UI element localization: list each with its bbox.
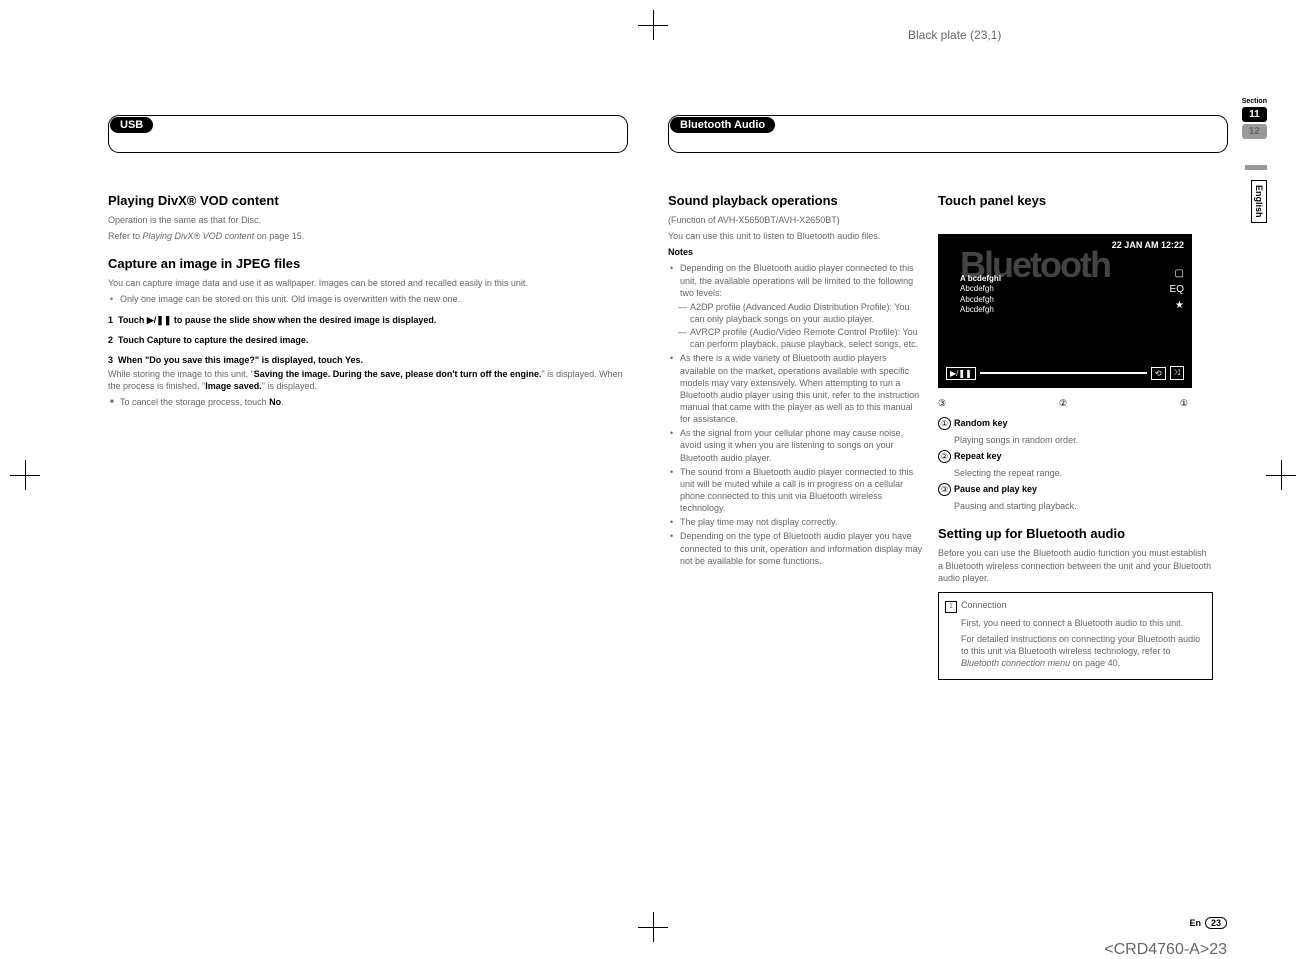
callout-1: ① bbox=[1180, 398, 1188, 409]
step-2: 2 Touch Capture to capture the desired i… bbox=[108, 334, 628, 346]
content: USB Playing DivX® VOD content Operation … bbox=[108, 115, 1227, 904]
setup-bt-intro: Before you can use the Bluetooth audio f… bbox=[938, 547, 1213, 583]
key-1: ①Random key bbox=[938, 417, 1213, 430]
eq-icon[interactable]: EQ bbox=[1170, 282, 1184, 298]
step-3: 3 When "Do you save this image?" is disp… bbox=[108, 354, 628, 366]
setup-bt-heading: Setting up for Bluetooth audio bbox=[938, 526, 1213, 541]
save-note: While storing the image to this unit, "S… bbox=[108, 368, 628, 392]
section-tabs: Section 11 12 bbox=[1242, 98, 1267, 141]
device-screen: Bluetooth 22 JAN AM 12:22 A bcdefghi Abc… bbox=[938, 234, 1192, 388]
key-1-desc: Playing songs in random order. bbox=[938, 434, 1213, 446]
note-3: As the signal from your cellular phone m… bbox=[668, 427, 924, 463]
key-3-desc: Pausing and starting playback. bbox=[938, 500, 1213, 512]
screen-track-list: A bcdefghi Abcdefgh Abcdefgh Abcdefgh bbox=[960, 274, 1001, 316]
plate-label: Black plate (23,1) bbox=[908, 28, 1001, 42]
page-footer: En23 bbox=[1189, 917, 1227, 929]
usb-header-wrap: USB bbox=[108, 115, 628, 153]
capture-heading: Capture an image in JPEG files bbox=[108, 256, 628, 271]
language-tab: English bbox=[1251, 180, 1267, 223]
repeat-button[interactable]: ⟲ bbox=[1151, 367, 1166, 380]
note-6: Depending on the type of Bluetooth audio… bbox=[668, 530, 924, 566]
bt-header-wrap: Bluetooth Audio bbox=[668, 115, 1228, 153]
screen-side-icons: ▢ EQ ★ bbox=[1170, 266, 1184, 314]
crop-mark-left bbox=[10, 460, 40, 490]
left-column: USB Playing DivX® VOD content Operation … bbox=[108, 115, 628, 410]
lang-bar bbox=[1245, 165, 1267, 170]
key-2-desc: Selecting the repeat range. bbox=[938, 467, 1213, 479]
capture-intro: You can capture image data and use it as… bbox=[108, 277, 628, 289]
divx-p1: Operation is the same as that for Disc. bbox=[108, 214, 628, 226]
progress-bar[interactable] bbox=[980, 372, 1147, 374]
capture-note: Only one image can be stored on this uni… bbox=[108, 293, 628, 305]
box-line-2: For detailed instructions on connecting … bbox=[945, 633, 1206, 669]
crop-mark-top bbox=[638, 10, 668, 40]
section-12-tab: 12 bbox=[1242, 124, 1267, 139]
note-1: Depending on the Bluetooth audio player … bbox=[668, 262, 924, 298]
crop-mark-bottom bbox=[638, 912, 668, 942]
note-2: As there is a wide variety of Bluetooth … bbox=[668, 352, 924, 425]
right-column: Bluetooth Audio Sound playback operation… bbox=[668, 115, 1228, 680]
screen-time: 22 JAN AM 12:22 bbox=[1112, 240, 1184, 250]
connection-box: 1Connection First, you need to connect a… bbox=[938, 592, 1213, 681]
shuffle-button[interactable]: ⤨ bbox=[1170, 366, 1184, 380]
note-1a: A2DP profile (Advanced Audio Distributio… bbox=[668, 301, 924, 325]
key-2: ②Repeat key bbox=[938, 450, 1213, 463]
screen-bottom-bar: ▶/❚❚ ⟲ ⤨ bbox=[946, 364, 1184, 382]
touch-keys-heading: Touch panel keys bbox=[938, 193, 1213, 208]
bt-col-1: Sound playback operations (Function of A… bbox=[668, 193, 938, 569]
function-note: (Function of AVH-X5650BT/AVH-X2650BT) bbox=[668, 214, 924, 226]
page: Black plate (23,1) Section 11 12 English… bbox=[0, 0, 1307, 954]
cancel-note: To cancel the storage process, touch No. bbox=[108, 396, 628, 408]
crop-mark-right bbox=[1266, 460, 1296, 490]
doc-number: <CRD4760-A>23 bbox=[1104, 941, 1227, 959]
bt-col-2: Touch panel keys Bluetooth 22 JAN AM 12:… bbox=[938, 193, 1213, 680]
note-5: The play time may not display correctly. bbox=[668, 516, 924, 528]
divx-p2: Refer to Playing DivX® VOD content on pa… bbox=[108, 230, 628, 242]
callout-3: ③ bbox=[938, 398, 946, 409]
note-4: The sound from a Bluetooth audio player … bbox=[668, 466, 924, 515]
phone-icon[interactable]: ▢ bbox=[1170, 266, 1184, 282]
sound-playback-heading: Sound playback operations bbox=[668, 193, 924, 208]
play-pause-button[interactable]: ▶/❚❚ bbox=[946, 367, 976, 380]
usb-header: USB bbox=[110, 117, 153, 133]
notes-heading: Notes bbox=[668, 246, 924, 258]
section-11-tab: 11 bbox=[1242, 107, 1267, 122]
bt-header: Bluetooth Audio bbox=[670, 117, 775, 133]
callout-numbers: ③ ② ① bbox=[938, 398, 1188, 409]
step-1: 1 Touch ▶/❚❚ to pause the slide show whe… bbox=[108, 314, 628, 326]
divx-heading: Playing DivX® VOD content bbox=[108, 193, 628, 208]
note-1b: AVRCP profile (Audio/Video Remote Contro… bbox=[668, 326, 924, 350]
box-title: 1Connection bbox=[945, 599, 1206, 613]
listen-note: You can use this unit to listen to Bluet… bbox=[668, 230, 924, 242]
section-label: Section bbox=[1242, 98, 1267, 105]
star-icon[interactable]: ★ bbox=[1170, 298, 1184, 314]
key-3: ③Pause and play key bbox=[938, 483, 1213, 496]
callout-2: ② bbox=[1059, 398, 1067, 409]
box-line-1: First, you need to connect a Bluetooth a… bbox=[945, 617, 1206, 629]
